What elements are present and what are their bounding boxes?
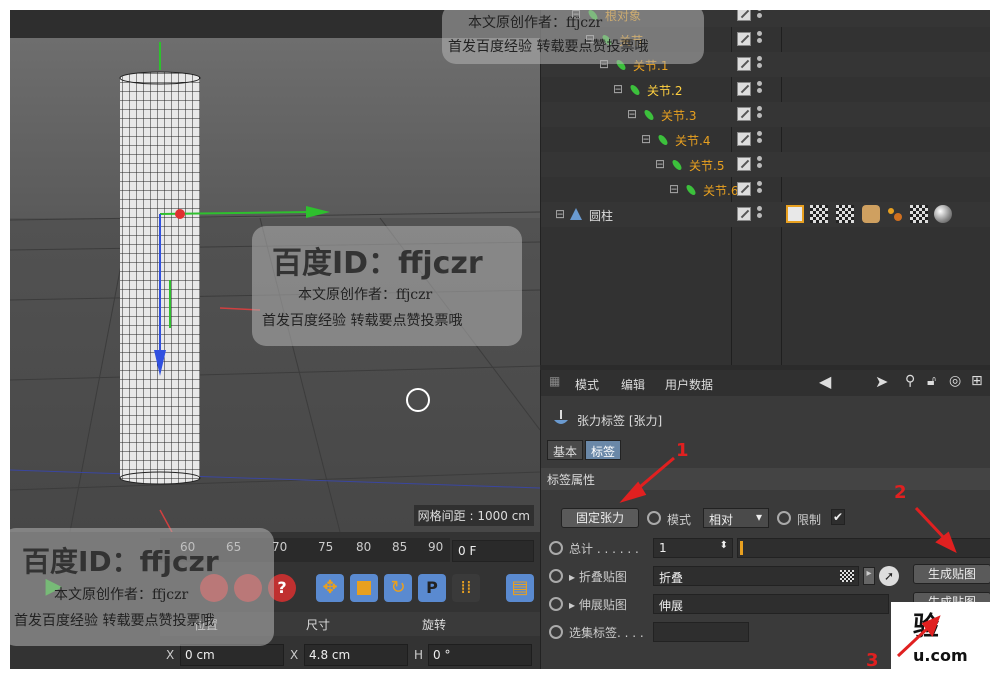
cinema4d-window: 网格间距 : 1000 cm ⊟根对象⊟关节⊟关节.1⊟关节.2⊟关节.3⊟关节… bbox=[10, 10, 990, 669]
annotation-number-1: 1 bbox=[676, 440, 689, 461]
annotation-number-2: 2 bbox=[894, 482, 907, 503]
annotation-arrows bbox=[619, 456, 957, 658]
annotation-number-3: 3 bbox=[866, 650, 879, 669]
